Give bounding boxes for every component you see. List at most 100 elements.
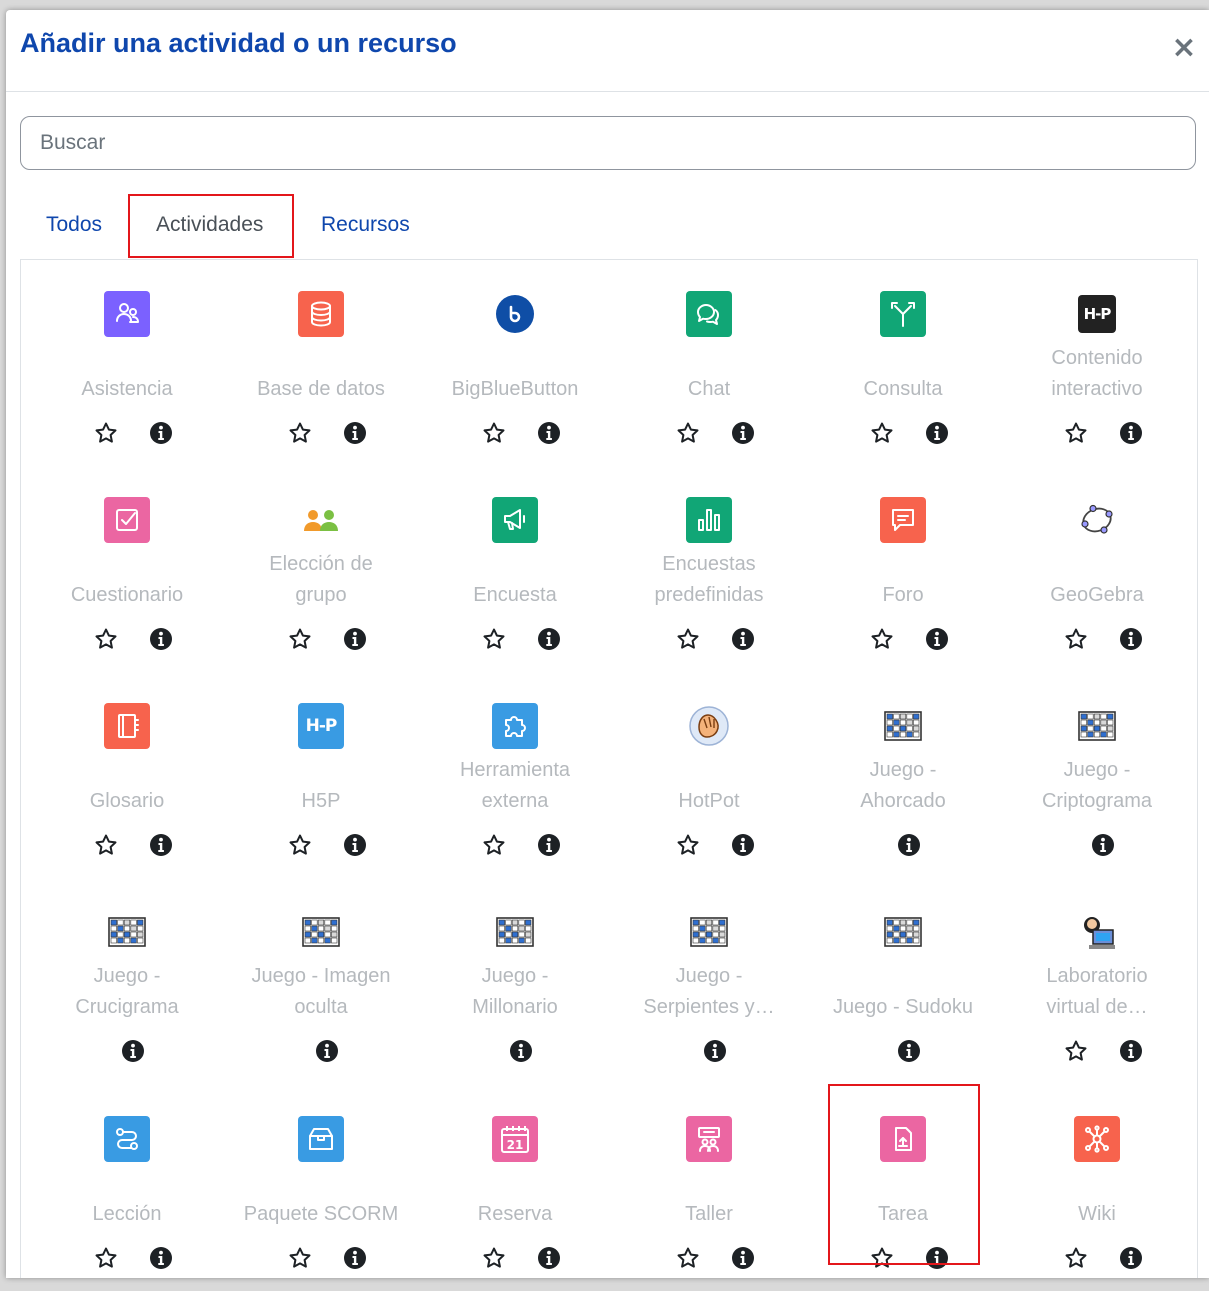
- star-icon[interactable]: [869, 626, 895, 652]
- activity-label: H5P: [301, 790, 341, 812]
- star-icon[interactable]: [1063, 626, 1089, 652]
- info-icon[interactable]: [536, 1245, 562, 1271]
- info-icon[interactable]: [536, 420, 562, 446]
- info-icon[interactable]: [924, 626, 950, 652]
- activity-label: Herramienta: [459, 759, 571, 781]
- star-icon[interactable]: [1063, 1245, 1089, 1271]
- activity-label: oculta: [294, 996, 348, 1018]
- star-icon[interactable]: [481, 626, 507, 652]
- star-icon[interactable]: [93, 832, 119, 858]
- info-icon[interactable]: [1118, 626, 1144, 652]
- activity-item-geogebra[interactable]: GeoGebra: [1000, 466, 1194, 672]
- star-icon[interactable]: [675, 832, 701, 858]
- star-icon[interactable]: [675, 626, 701, 652]
- activity-label: Foro: [882, 584, 924, 606]
- star-icon[interactable]: [1063, 1038, 1089, 1064]
- star-icon[interactable]: [481, 1245, 507, 1271]
- activity-item-bigbluebutton[interactable]: BigBlueButton: [418, 260, 612, 466]
- activity-label: Wiki: [1078, 1203, 1116, 1225]
- search-input[interactable]: [20, 116, 1196, 170]
- info-icon[interactable]: [730, 1245, 756, 1271]
- info-icon[interactable]: [730, 832, 756, 858]
- group-choice-icon: [298, 497, 344, 543]
- close-button[interactable]: ×: [1170, 33, 1198, 63]
- info-icon[interactable]: [730, 626, 756, 652]
- info-icon[interactable]: [342, 1245, 368, 1271]
- info-icon[interactable]: [536, 626, 562, 652]
- forum-icon: [880, 497, 926, 543]
- info-icon[interactable]: [1118, 420, 1144, 446]
- activity-item-predefined-survey[interactable]: Encuestas predefinidas: [612, 466, 806, 672]
- activity-item-game-board[interactable]: Juego - Sudoku: [806, 878, 1000, 1084]
- activity-item-h5p[interactable]: H‑P H5P: [224, 672, 418, 878]
- tab-todos[interactable]: Todos: [46, 213, 102, 237]
- activity-item-quiz[interactable]: Cuestionario: [30, 466, 224, 672]
- info-icon[interactable]: [702, 1038, 728, 1064]
- info-icon[interactable]: [924, 1245, 950, 1271]
- star-icon[interactable]: [287, 832, 313, 858]
- activity-item-hotpot[interactable]: HotPot: [612, 672, 806, 878]
- activity-item-database[interactable]: Base de datos: [224, 260, 418, 466]
- game-board-icon: [880, 909, 926, 955]
- activity-item-forum[interactable]: Foro: [806, 466, 1000, 672]
- activity-item-group-choice[interactable]: Elección de grupo: [224, 466, 418, 672]
- star-icon[interactable]: [93, 420, 119, 446]
- activity-item-game-board[interactable]: Juego - Criptograma: [1000, 672, 1194, 878]
- activity-item-game-board[interactable]: Juego - Imagen oculta: [224, 878, 418, 1084]
- info-icon[interactable]: [536, 832, 562, 858]
- activity-item-assignment[interactable]: Tarea: [806, 1085, 1000, 1291]
- activity-item-lesson[interactable]: Lección: [30, 1085, 224, 1291]
- info-icon[interactable]: [148, 832, 174, 858]
- star-icon[interactable]: [93, 1245, 119, 1271]
- activity-item-chat[interactable]: Chat: [612, 260, 806, 466]
- hotpot-icon: [686, 703, 732, 749]
- info-icon[interactable]: [342, 420, 368, 446]
- activity-label: Elección de: [269, 553, 373, 575]
- star-icon[interactable]: [481, 420, 507, 446]
- activity-item-virtual-lab[interactable]: Laboratorio virtual de…: [1000, 878, 1194, 1084]
- info-icon[interactable]: [120, 1038, 146, 1064]
- star-icon[interactable]: [481, 832, 507, 858]
- info-icon[interactable]: [148, 420, 174, 446]
- tab-recursos[interactable]: Recursos: [321, 213, 410, 237]
- activity-item-game-board[interactable]: Juego - Millonario: [418, 878, 612, 1084]
- star-icon[interactable]: [869, 1245, 895, 1271]
- activity-item-attendance[interactable]: Asistencia: [30, 260, 224, 466]
- activity-item-wiki[interactable]: Wiki: [1000, 1085, 1194, 1291]
- info-icon[interactable]: [342, 832, 368, 858]
- info-icon[interactable]: [342, 626, 368, 652]
- info-icon[interactable]: [1118, 1245, 1144, 1271]
- activity-item-glossary[interactable]: Glosario: [30, 672, 224, 878]
- activity-item-external-tool[interactable]: Herramienta externa: [418, 672, 612, 878]
- star-icon[interactable]: [287, 626, 313, 652]
- activity-item-h5p-black[interactable]: H‑P Contenido interactivo: [1000, 260, 1194, 466]
- info-icon[interactable]: [148, 1245, 174, 1271]
- info-icon[interactable]: [730, 420, 756, 446]
- info-icon[interactable]: [896, 1038, 922, 1064]
- activity-item-choice[interactable]: Consulta: [806, 260, 1000, 466]
- quiz-icon: [104, 497, 150, 543]
- info-icon[interactable]: [1118, 1038, 1144, 1064]
- modal-title: Añadir una actividad o un recurso: [20, 28, 457, 58]
- star-icon[interactable]: [675, 1245, 701, 1271]
- star-icon[interactable]: [93, 626, 119, 652]
- info-icon[interactable]: [1090, 832, 1116, 858]
- info-icon[interactable]: [508, 1038, 534, 1064]
- activity-item-calendar[interactable]: 21 Reserva: [418, 1085, 612, 1291]
- activity-item-scorm[interactable]: Paquete SCORM: [224, 1085, 418, 1291]
- activity-item-workshop[interactable]: Taller: [612, 1085, 806, 1291]
- star-icon[interactable]: [869, 420, 895, 446]
- activity-item-game-board[interactable]: Juego - Ahorcado: [806, 672, 1000, 878]
- star-icon[interactable]: [1063, 420, 1089, 446]
- activity-label: Cuestionario: [70, 584, 184, 606]
- info-icon[interactable]: [896, 832, 922, 858]
- activity-item-game-board[interactable]: Juego - Serpientes y…: [612, 878, 806, 1084]
- info-icon[interactable]: [314, 1038, 340, 1064]
- info-icon[interactable]: [924, 420, 950, 446]
- activity-item-survey[interactable]: Encuesta: [418, 466, 612, 672]
- info-icon[interactable]: [148, 626, 174, 652]
- star-icon[interactable]: [287, 420, 313, 446]
- star-icon[interactable]: [675, 420, 701, 446]
- activity-item-game-board[interactable]: Juego - Crucigrama: [30, 878, 224, 1084]
- star-icon[interactable]: [287, 1245, 313, 1271]
